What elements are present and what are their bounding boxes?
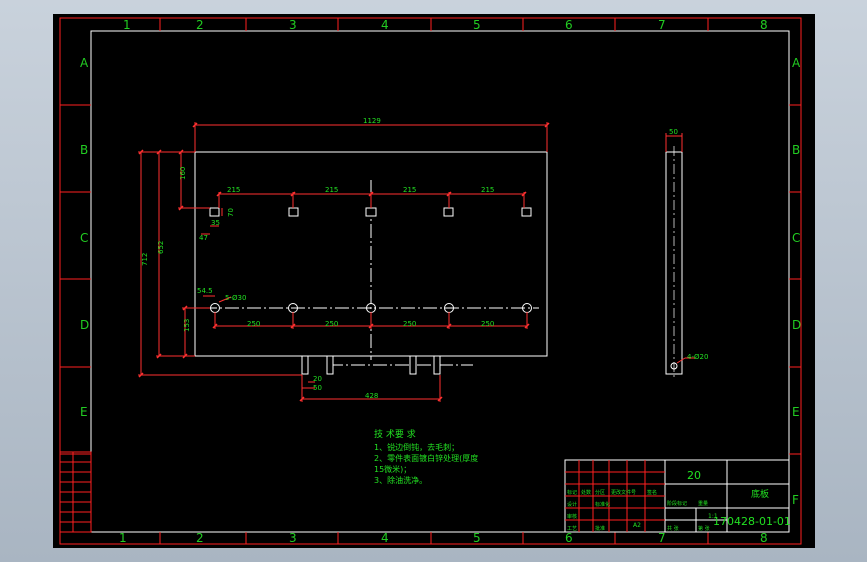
dim-bottom-offset: 153 xyxy=(183,319,191,332)
technical-notes: 技 术要 求 1、锐边倒钝，去毛刺； 2、零件表面镀白锌处理(厚度 15微米)；… xyxy=(374,428,478,485)
left-attribute-strip xyxy=(59,451,92,533)
zone-row-d-right: D xyxy=(792,318,801,332)
zone-col-4-bottom: 4 xyxy=(381,531,389,545)
zone-col-2-top: 2 xyxy=(196,18,204,32)
zone-row-e-right: E xyxy=(792,405,800,419)
tb-sheet-size: A2 xyxy=(633,522,641,529)
zone-labels: 1 2 3 4 5 6 7 8 1 2 3 4 5 6 7 8 A B C D … xyxy=(80,18,801,545)
dim-hole-pitch-2: 250 xyxy=(325,320,338,328)
dim-hole-pitch-4: 250 xyxy=(481,320,494,328)
note-line-1: 1、锐边倒钝，去毛刺； xyxy=(374,442,459,452)
zone-col-4-top: 4 xyxy=(381,18,389,32)
dim-overall-width: 1129 xyxy=(363,117,381,125)
dim-overall-height: 712 xyxy=(141,253,149,266)
tb-label-count: 处数 xyxy=(581,489,591,496)
dim-slot-depth: 70 xyxy=(227,208,235,217)
cad-viewport[interactable]: 1 2 3 4 5 6 7 8 1 2 3 4 5 6 7 8 A B C D … xyxy=(53,14,815,548)
zone-row-c-right: C xyxy=(792,231,800,245)
tab-2 xyxy=(326,355,334,375)
tb-label-stage: 阶段标记 xyxy=(667,500,687,507)
zone-row-f-right: F xyxy=(792,493,799,507)
side-view: 50 4-Ø20 xyxy=(665,128,708,380)
zone-col-5-top: 5 xyxy=(473,18,481,32)
dim-inner-height: 652 xyxy=(157,241,165,254)
dim-slot-edge: 47 xyxy=(199,234,208,242)
dim-tab-width: 20 xyxy=(313,375,322,383)
front-dimension-text: 1129 215 215 215 215 35 70 47 712 652 16… xyxy=(141,117,494,400)
dim-hole-pitch-1: 250 xyxy=(247,320,260,328)
front-view: 1129 215 215 215 215 35 70 47 712 652 16… xyxy=(138,117,550,402)
note-line-2: 2、零件表面镀白锌处理(厚度 xyxy=(374,453,478,463)
tb-label-change: 更改文件号 xyxy=(611,489,636,496)
tb-label-design: 设计 xyxy=(567,501,577,508)
tb-label-standard: 标准化 xyxy=(595,501,610,508)
dim-tab-offset: 50 xyxy=(313,384,322,392)
dim-slot-pitch-4: 215 xyxy=(481,186,494,194)
notes-heading: 技 术要 求 xyxy=(374,428,416,440)
zone-row-b-right: B xyxy=(792,143,800,157)
slot-4 xyxy=(443,207,454,217)
tab-3 xyxy=(409,355,417,375)
dim-tab-span: 428 xyxy=(365,392,378,400)
dim-slot-pitch-3: 215 xyxy=(403,186,416,194)
zone-row-d-left: D xyxy=(80,318,89,332)
zone-col-3-bottom: 3 xyxy=(289,531,297,545)
zone-row-a-right: A xyxy=(792,56,801,70)
slot-2 xyxy=(288,207,299,217)
dim-hole-pitch-3: 250 xyxy=(403,320,416,328)
zone-col-8-top: 8 xyxy=(760,18,768,32)
tb-quantity: 20 xyxy=(687,469,701,482)
slot-3 xyxy=(365,207,377,217)
dim-side-thickness: 50 xyxy=(669,128,678,136)
tb-drawing-number: 170428-01-01 xyxy=(713,515,791,528)
tab-1 xyxy=(301,355,309,375)
tb-label-sheet-no: 第 张 xyxy=(698,525,710,532)
slot-5 xyxy=(521,207,532,217)
note-line-4: 3、除油洗净。 xyxy=(374,475,427,485)
zone-col-1-bottom: 1 xyxy=(119,531,127,545)
dim-slot-pitch-2: 215 xyxy=(325,186,338,194)
zone-col-7-bottom: 7 xyxy=(658,531,666,545)
tb-part-name: 底板 xyxy=(751,488,769,500)
title-block: 标记 处数 分区 更改文件号 签名 设计 标准化 审核 工艺 批准 阶段标记 重… xyxy=(564,459,791,533)
dim-top-offset: 160 xyxy=(179,167,187,180)
tb-label-zone: 分区 xyxy=(595,489,605,496)
zone-row-e-left: E xyxy=(80,405,88,419)
zone-col-8-bottom: 8 xyxy=(760,531,768,545)
tb-label-approve: 批准 xyxy=(595,525,605,532)
side-hole-callout: 4-Ø20 xyxy=(687,353,708,361)
tab-4 xyxy=(433,355,441,375)
dimension-ticks xyxy=(138,122,550,402)
tb-label-review: 审核 xyxy=(567,513,577,520)
zone-row-b-left: B xyxy=(80,143,88,157)
tb-label-weight: 重量 xyxy=(698,500,708,507)
tb-label-sign: 签名 xyxy=(647,489,657,496)
slot-1 xyxy=(209,207,220,217)
drawing-sheet: 1 2 3 4 5 6 7 8 1 2 3 4 5 6 7 8 A B C D … xyxy=(59,17,802,545)
zone-col-6-bottom: 6 xyxy=(565,531,573,545)
zone-col-5-bottom: 5 xyxy=(473,531,481,545)
zone-col-3-top: 3 xyxy=(289,18,297,32)
note-line-3: 15微米)； xyxy=(374,464,411,474)
zone-col-6-top: 6 xyxy=(565,18,573,32)
tb-label-mark: 标记 xyxy=(567,489,577,496)
slots xyxy=(209,207,532,217)
zone-ticks xyxy=(60,18,801,544)
dim-hole-edge: 54.5 xyxy=(197,287,213,295)
dim-slot-pitch-1: 215 xyxy=(227,186,240,194)
zone-row-c-left: C xyxy=(80,231,88,245)
front-dimension-lines xyxy=(138,122,548,402)
outer-frame xyxy=(59,17,802,545)
zone-col-2-bottom: 2 xyxy=(196,531,204,545)
hole-callout: 5-Ø30 xyxy=(225,294,246,302)
zone-col-7-top: 7 xyxy=(658,18,666,32)
tb-label-total-sheets: 共 张 xyxy=(667,525,679,532)
zone-col-1-top: 1 xyxy=(123,18,131,32)
tb-label-process: 工艺 xyxy=(567,526,577,532)
dim-slot-width: 35 xyxy=(211,219,220,227)
side-dimension-lines xyxy=(665,133,695,364)
zone-row-a-left: A xyxy=(80,56,89,70)
